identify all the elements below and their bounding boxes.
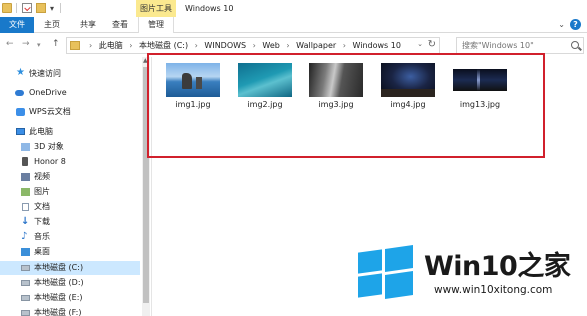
help-icon[interactable]: ? bbox=[570, 19, 581, 30]
tab-manage[interactable]: 管理 bbox=[138, 17, 174, 34]
computer-icon bbox=[16, 128, 25, 135]
ribbon-tabs: 文件 主页 共享 查看 管理 ⌄ ? bbox=[0, 17, 587, 34]
breadcrumb-separator-icon[interactable]: › bbox=[343, 41, 346, 50]
address-dropdown-icon[interactable]: ⌄ bbox=[417, 40, 423, 48]
sidebar-item-label: 本地磁盘 (E:) bbox=[34, 293, 83, 302]
windows-logo-pane bbox=[358, 249, 382, 274]
sidebar-item-downloads[interactable]: ↓ 下载 bbox=[0, 215, 140, 229]
breadcrumb-separator-icon[interactable]: › bbox=[253, 41, 256, 50]
sidebar-item-local-disk-d[interactable]: 本地磁盘 (D:) bbox=[0, 276, 140, 290]
cloud-icon bbox=[15, 90, 24, 96]
music-icon: ♪ bbox=[21, 231, 28, 242]
sidebar-item-label: 本地磁盘 (F:) bbox=[34, 308, 82, 316]
sidebar-item-this-pc[interactable]: 此电脑 bbox=[0, 125, 140, 139]
recent-locations-icon[interactable]: ▾ bbox=[37, 41, 41, 49]
sidebar-item-label: 文档 bbox=[34, 202, 50, 211]
watermark-title: Win10之家 bbox=[424, 251, 571, 282]
sidebar-item-label: 图片 bbox=[34, 187, 50, 196]
document-icon bbox=[22, 203, 29, 211]
drive-icon bbox=[21, 310, 30, 316]
breadcrumb-separator-icon[interactable]: › bbox=[286, 41, 289, 50]
sidebar-item-label: 快速访问 bbox=[29, 69, 61, 78]
phone-icon bbox=[22, 157, 28, 166]
sidebar-item-label: OneDrive bbox=[29, 88, 67, 97]
watermark-url: www.win10xitong.com bbox=[434, 284, 553, 296]
tab-home[interactable]: 主页 bbox=[40, 17, 64, 33]
sidebar-item-label: 视频 bbox=[34, 172, 50, 181]
video-icon bbox=[21, 173, 30, 181]
quick-access-divider-2 bbox=[60, 3, 61, 13]
picture-tools-context-tab: 图片工具 bbox=[136, 0, 176, 17]
cube-icon bbox=[21, 143, 30, 151]
breadcrumb-web[interactable]: Web bbox=[262, 41, 279, 50]
quick-access-dropdown-icon[interactable]: ▾ bbox=[50, 4, 54, 13]
tab-share[interactable]: 共享 bbox=[76, 17, 100, 33]
back-arrow-icon[interactable]: ← bbox=[6, 39, 14, 49]
windows-logo-pane bbox=[385, 271, 413, 299]
forward-arrow-icon[interactable]: → bbox=[22, 39, 30, 49]
refresh-icon[interactable]: ↻ bbox=[428, 39, 436, 50]
windows-logo-pane bbox=[385, 245, 413, 272]
drive-icon bbox=[21, 280, 30, 286]
new-folder-icon[interactable] bbox=[36, 3, 46, 13]
breadcrumb-wallpaper[interactable]: Wallpaper bbox=[296, 41, 336, 50]
sidebar-item-label: 本地磁盘 (D:) bbox=[34, 278, 84, 287]
title-bar: ▾ 图片工具 Windows 10 bbox=[0, 0, 587, 17]
sidebar-item-local-disk-c[interactable]: 本地磁盘 (C:) bbox=[0, 261, 140, 275]
properties-icon[interactable] bbox=[22, 3, 32, 13]
search-box[interactable] bbox=[456, 37, 584, 54]
windows-logo-icon bbox=[358, 245, 413, 300]
sidebar-item-local-disk-f[interactable]: 本地磁盘 (F:) bbox=[0, 306, 140, 316]
sidebar-item-3d-objects[interactable]: 3D 对象 bbox=[0, 140, 140, 154]
folder-icon bbox=[70, 41, 80, 50]
drive-icon bbox=[21, 295, 30, 301]
sidebar-item-wps-cloud[interactable]: WPS云文档 bbox=[0, 105, 140, 119]
sidebar-item-onedrive[interactable]: OneDrive bbox=[0, 86, 140, 100]
breadcrumb-separator-icon[interactable]: › bbox=[129, 41, 132, 50]
star-icon: ★ bbox=[16, 67, 25, 78]
up-arrow-icon[interactable]: ↑ bbox=[52, 39, 60, 49]
tab-view[interactable]: 查看 bbox=[108, 17, 132, 33]
sidebar-item-videos[interactable]: 视频 bbox=[0, 170, 140, 184]
breadcrumb-local-disk-c[interactable]: 本地磁盘 (C:) bbox=[139, 41, 188, 50]
sidebar-item-label: 下载 bbox=[34, 217, 50, 226]
search-icon[interactable] bbox=[571, 41, 579, 49]
sidebar-item-pictures[interactable]: 图片 bbox=[0, 185, 140, 199]
sidebar-item-label: WPS云文档 bbox=[29, 107, 71, 116]
sidebar-item-label: 音乐 bbox=[34, 232, 50, 241]
windows-logo-pane bbox=[358, 273, 382, 298]
wps-cloud-icon bbox=[16, 108, 25, 116]
breadcrumb: › 此电脑 › 本地磁盘 (C:) › WINDOWS › Web › Wall… bbox=[85, 38, 401, 53]
sidebar-item-local-disk-e[interactable]: 本地磁盘 (E:) bbox=[0, 291, 140, 305]
quick-access-divider bbox=[16, 3, 17, 13]
expand-ribbon-icon[interactable]: ⌄ bbox=[558, 20, 565, 29]
annotation-highlight-box bbox=[147, 53, 545, 158]
drive-icon bbox=[21, 265, 30, 271]
breadcrumb-this-pc[interactable]: 此电脑 bbox=[99, 41, 123, 50]
download-icon: ↓ bbox=[21, 216, 30, 227]
sidebar-item-label: 3D 对象 bbox=[34, 142, 64, 151]
sidebar-item-honor-8[interactable]: Honor 8 bbox=[0, 155, 140, 169]
search-input[interactable] bbox=[457, 38, 567, 53]
pictures-icon bbox=[21, 188, 30, 196]
sidebar-item-documents[interactable]: 文档 bbox=[0, 200, 140, 214]
sidebar-item-quick-access[interactable]: ★ 快速访问 bbox=[0, 67, 140, 81]
folder-icon bbox=[2, 3, 12, 13]
breadcrumb-separator-icon: › bbox=[89, 41, 93, 50]
sidebar-item-label: 桌面 bbox=[34, 247, 50, 256]
sidebar-item-label: 此电脑 bbox=[29, 127, 53, 136]
desktop-icon bbox=[21, 248, 30, 256]
navigation-pane: ★ 快速访问 OneDrive WPS云文档 此电脑 3D 对象 Honor 8… bbox=[0, 57, 152, 316]
tab-file[interactable]: 文件 bbox=[0, 17, 34, 33]
address-bar[interactable]: › 此电脑 › 本地磁盘 (C:) › WINDOWS › Web › Wall… bbox=[66, 37, 440, 54]
window-title: Windows 10 bbox=[185, 4, 234, 13]
breadcrumb-windows-10[interactable]: Windows 10 bbox=[352, 41, 400, 50]
breadcrumb-separator-icon[interactable]: › bbox=[195, 41, 198, 50]
breadcrumb-windows[interactable]: WINDOWS bbox=[204, 41, 246, 50]
sidebar-item-music[interactable]: ♪ 音乐 bbox=[0, 230, 140, 244]
sidebar-item-desktop[interactable]: 桌面 bbox=[0, 245, 140, 259]
sidebar-item-label: Honor 8 bbox=[34, 157, 66, 166]
sidebar-item-label: 本地磁盘 (C:) bbox=[34, 263, 84, 272]
